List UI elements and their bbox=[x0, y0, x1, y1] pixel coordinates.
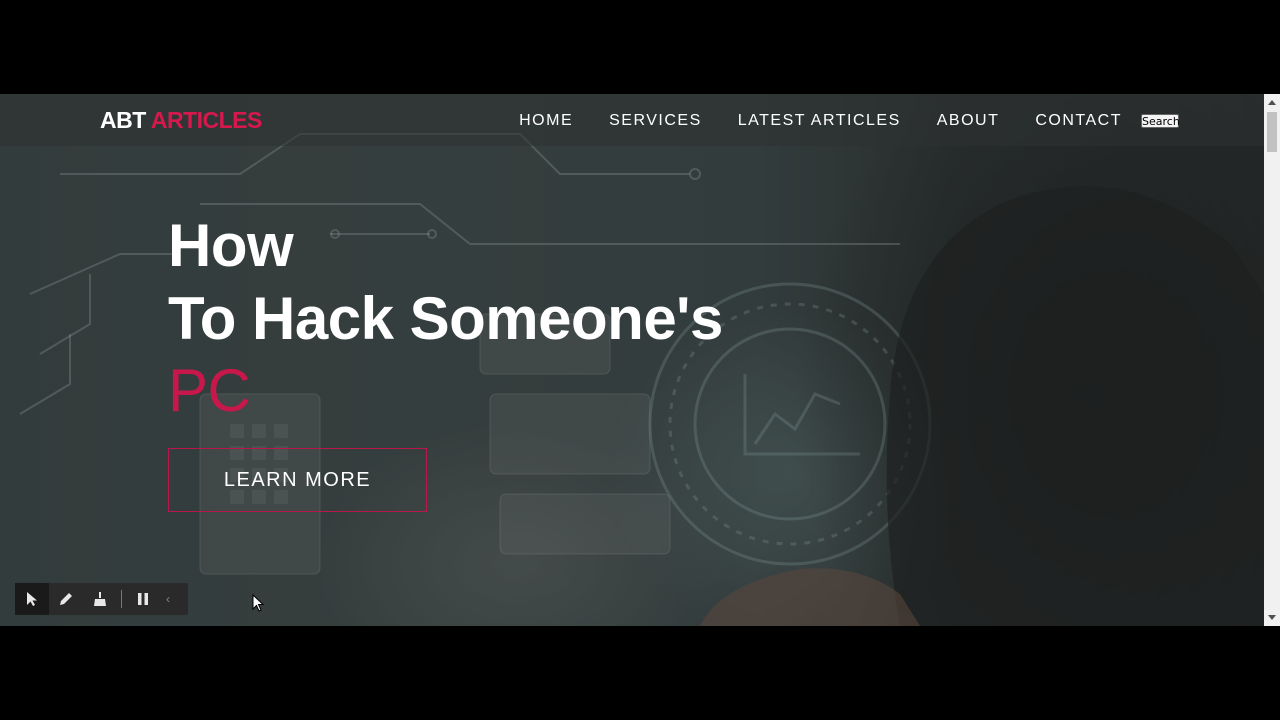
hero-title-line-2: To Hack Someone's bbox=[168, 285, 723, 352]
learn-more-button[interactable]: LEARN MORE bbox=[168, 448, 427, 512]
broom-icon[interactable] bbox=[83, 583, 117, 615]
pause-icon[interactable] bbox=[126, 583, 160, 615]
nav-home[interactable]: HOME bbox=[519, 112, 573, 130]
nav-about[interactable]: ABOUT bbox=[937, 112, 1000, 130]
hero-title-line-1: How bbox=[168, 212, 294, 279]
logo-part-abt: ABT bbox=[100, 107, 146, 133]
pointer-icon[interactable] bbox=[15, 583, 49, 615]
chevron-left-icon[interactable]: ‹ bbox=[160, 583, 176, 615]
pencil-icon[interactable] bbox=[49, 583, 83, 615]
top-navbar: ABT ARTICLES HOME SERVICES LATEST ARTICL… bbox=[0, 94, 1264, 146]
nav-services[interactable]: SERVICES bbox=[609, 112, 702, 130]
scrollbar-thumb[interactable] bbox=[1267, 112, 1277, 152]
nav-latest-articles[interactable]: LATEST ARTICLES bbox=[738, 112, 901, 130]
logo-part-articles: ARTICLES bbox=[150, 107, 263, 133]
site-logo[interactable]: ABT ARTICLES bbox=[100, 107, 262, 134]
webpage-viewport: ABT ARTICLES HOME SERVICES LATEST ARTICL… bbox=[0, 94, 1264, 626]
toolbar-divider bbox=[121, 590, 122, 608]
scroll-up-arrow-icon[interactable] bbox=[1264, 94, 1280, 110]
scroll-down-arrow-icon[interactable] bbox=[1264, 610, 1280, 626]
hero-title-line-3: PC bbox=[168, 357, 251, 424]
annotation-toolbar: ‹ bbox=[15, 583, 188, 615]
mouse-cursor-icon bbox=[252, 594, 264, 612]
vertical-scrollbar[interactable] bbox=[1264, 94, 1280, 626]
nav-contact[interactable]: CONTACT bbox=[1035, 112, 1122, 130]
search-button[interactable]: Search bbox=[1141, 114, 1180, 128]
main-nav: HOME SERVICES LATEST ARTICLES ABOUT CONT… bbox=[519, 112, 1122, 130]
